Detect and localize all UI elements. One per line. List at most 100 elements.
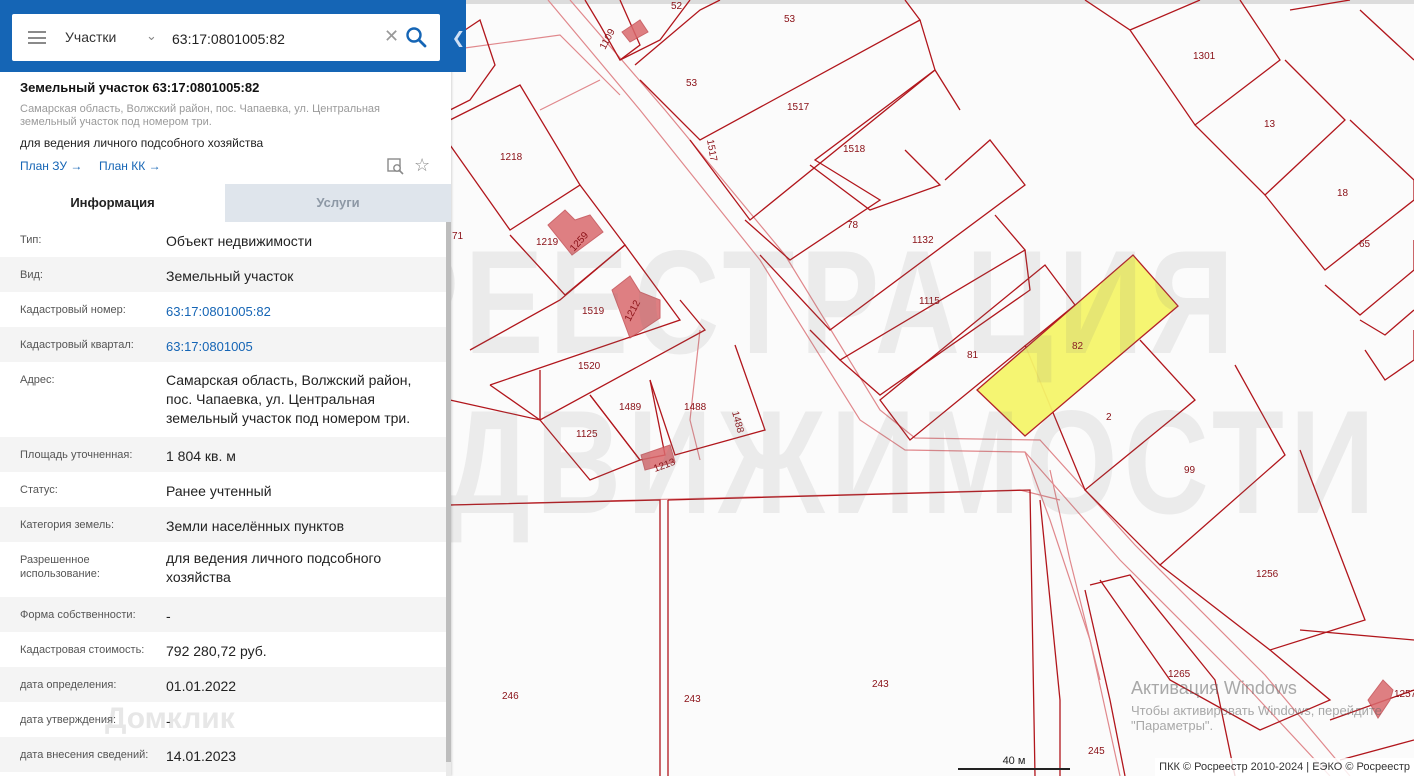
plan-zu-link[interactable]: План ЗУ → — [20, 159, 82, 173]
property-label: Площадь уточненная: — [20, 449, 133, 461]
property-label: Статус: — [20, 484, 58, 496]
tab-services[interactable]: Услуги — [225, 184, 451, 222]
page-title: Земельный участок 63:17:0801005:82 — [20, 80, 260, 95]
parcel-number-label: 1518 — [843, 144, 866, 155]
property-value: 1 804 кв. м — [166, 448, 236, 464]
parcel-number-label: 1218 — [500, 152, 523, 163]
property-label: Тип: — [20, 234, 42, 246]
parcel-number-label: 243 — [684, 694, 701, 705]
windows-activation-notice: Активация Windows Чтобы активировать Win… — [1131, 678, 1382, 733]
property-value: - — [166, 608, 171, 624]
property-value: Земли населённых пунктов — [166, 518, 345, 534]
parcel-number-label: 1520 — [578, 361, 601, 372]
property-row: Разрешенное использование: для ведения л… — [0, 542, 446, 597]
property-row: Вид: Земельный участок — [0, 257, 446, 292]
parcel-number-label: 1115 — [919, 296, 940, 307]
parcel-boundaries — [449, 0, 1414, 776]
property-value: Ранее учтенный — [166, 483, 272, 499]
parcel-number-label: 78 — [847, 220, 859, 231]
property-value: для ведения личного подсобного хозяйства — [166, 550, 382, 585]
menu-icon[interactable] — [28, 31, 46, 44]
search-icon[interactable] — [405, 26, 427, 48]
property-row: Форма собственности: - — [0, 597, 446, 632]
property-row: Статус: Ранее учтенный — [0, 472, 446, 507]
property-label: Форма собственности: — [20, 609, 136, 621]
parcel-number-label: 65 — [1359, 239, 1371, 250]
property-label: дата определения: — [20, 679, 117, 691]
property-value: 01.01.2022 — [166, 678, 237, 694]
parcel-number-label: 1109 — [598, 27, 618, 52]
parcel-number-label: 82 — [1072, 341, 1084, 352]
property-row: Категория земель: Земли населённых пункт… — [0, 507, 446, 542]
address-subtitle: Самарская область, Волжский район, пос. … — [20, 103, 380, 128]
property-label: Кадастровый квартал: — [20, 339, 134, 351]
property-label: Категория земель: — [20, 519, 115, 531]
parcel-number-label: 1125 — [576, 429, 598, 440]
parcel-number-label: 1488 — [729, 410, 745, 435]
parcel-number-label: 1257 — [1394, 689, 1414, 700]
collapse-panel-icon[interactable]: ❮ — [451, 14, 466, 61]
property-label: Вид: — [20, 269, 43, 281]
parcel-number-label: 1519 — [582, 306, 605, 317]
parcel-number-label: 246 — [502, 691, 519, 702]
tab-information[interactable]: Информация — [0, 184, 225, 222]
activation-line: Чтобы активировать Windows, перейдите — [1131, 703, 1382, 718]
property-row: Площадь уточненная: 1 804 кв. м — [0, 437, 446, 472]
property-label: Кадастровая стоимость: — [20, 644, 145, 656]
scale-label: 40 м — [1002, 755, 1026, 767]
parcel-number-label: 53 — [784, 14, 796, 25]
property-label: Кадастровый номер: — [20, 304, 126, 316]
parcel-number-label: 99 — [1184, 465, 1196, 476]
parcel-number-label: 1219 — [536, 237, 559, 248]
property-row: дата определения: 01.01.2022 — [0, 667, 446, 702]
parcel-number-label: 52 — [671, 1, 683, 12]
cadastral-quarter-link[interactable]: 63:17:0801005 — [166, 337, 436, 356]
search-type-select[interactable]: Участки — [65, 29, 116, 45]
parcel-number-label: 1489 — [619, 402, 642, 413]
plan-kk-link[interactable]: План КК → — [99, 159, 161, 173]
parcel-number-label: 71 — [452, 231, 464, 242]
property-value: 792 280,72 руб. — [166, 643, 267, 659]
property-value: 14.01.2023 — [166, 748, 237, 764]
parcel-labels: 525311095315171517 1518130113186512187112… — [452, 1, 1414, 757]
property-row: Тип: Объект недвижимости — [0, 222, 446, 257]
parcel-number-label: 53 — [686, 78, 698, 89]
scale-bar: 40 м — [958, 755, 1070, 770]
property-label: дата внесения сведений: — [20, 749, 149, 761]
parcel-number-label: 243 — [872, 679, 889, 690]
parcel-number-label: 245 — [1088, 746, 1105, 757]
close-icon[interactable]: ✕ — [384, 26, 399, 47]
activation-line: "Параметры". — [1131, 718, 1214, 733]
parcel-number-label: 1301 — [1193, 51, 1216, 62]
show-on-map-icon[interactable] — [387, 158, 404, 175]
scrollbar[interactable] — [446, 222, 451, 776]
property-row: Кадастровый номер: 63:17:0801005:82 — [0, 292, 446, 327]
property-label: Адрес: — [20, 374, 55, 386]
cadastral-number-link[interactable]: 63:17:0801005:82 — [166, 302, 436, 321]
parcel-number-label: 1488 — [684, 402, 707, 413]
search-box: Участки ⌄ ✕ — [12, 14, 440, 61]
parcel-number-label: 2 — [1106, 412, 1112, 423]
property-row: Кадастровая стоимость: 792 280,72 руб. — [0, 632, 446, 667]
property-value: Земельный участок — [166, 268, 294, 284]
search-input[interactable] — [170, 26, 384, 52]
scrollbar-thumb[interactable] — [446, 222, 451, 762]
parcel-number-label: 18 — [1337, 188, 1349, 199]
map-copyright: ПКК © Росреестр 2010-2024 | ЕЭКО © Росре… — [1155, 758, 1414, 776]
property-value: Объект недвижимости — [166, 233, 313, 249]
chevron-down-icon[interactable]: ⌄ — [146, 28, 157, 44]
star-icon[interactable]: ☆ — [414, 155, 430, 176]
domclick-watermark: Домклик — [105, 702, 235, 735]
parcel-number-label: 1132 — [912, 235, 934, 246]
parcel-number-label: 13 — [1264, 119, 1276, 130]
scale-line — [958, 768, 1070, 770]
property-row: Адрес: Самарская область, Волжский район… — [0, 362, 446, 437]
activation-title: Активация Windows — [1131, 678, 1297, 698]
parcel-number-label: 1256 — [1256, 569, 1279, 580]
property-label: Разрешенное использование: — [20, 554, 100, 580]
tabs: Информация Услуги — [0, 184, 451, 222]
purpose-text: для ведения личного подсобного хозяйства — [20, 136, 264, 150]
info-panel: Участки ⌄ ✕ ❮ Земельный участок 63:17:08… — [0, 0, 466, 776]
road-lines — [449, 0, 1351, 776]
search-bar: Участки ⌄ ✕ ❮ — [0, 0, 466, 72]
